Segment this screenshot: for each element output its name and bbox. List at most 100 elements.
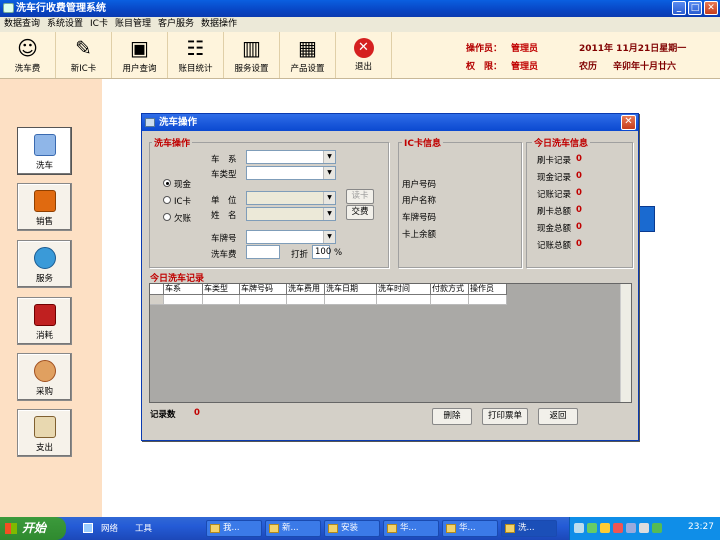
column-header[interactable]: 操作员 xyxy=(469,284,507,295)
quick-tools-link[interactable]: 工具 xyxy=(135,522,152,534)
sidebar-item-expense[interactable]: 支出 xyxy=(17,409,72,457)
tray-app-icon[interactable] xyxy=(600,523,610,533)
bar-chart-icon: ▥ xyxy=(242,36,261,60)
app-icon xyxy=(446,524,456,533)
app-icon xyxy=(387,524,397,533)
dialog-icon xyxy=(145,118,155,127)
tray-app-icon[interactable] xyxy=(652,523,662,533)
task-button[interactable]: 新... xyxy=(265,520,321,537)
minimize-button[interactable]: _ xyxy=(672,1,686,15)
maximize-button[interactable]: □ xyxy=(688,1,702,15)
payment-ic-radio[interactable] xyxy=(163,196,171,204)
keyboard-icon[interactable] xyxy=(574,523,584,533)
table-cell[interactable] xyxy=(164,295,203,305)
ic-user-number-label: 用户号码 xyxy=(402,180,437,190)
record-count-label: 记录数 xyxy=(150,410,176,420)
pay-button[interactable]: 交费 xyxy=(346,205,374,220)
table-row[interactable] xyxy=(150,295,507,305)
close-button[interactable]: ✕ xyxy=(704,1,718,15)
table-cell[interactable] xyxy=(377,295,431,305)
car-icon xyxy=(33,134,56,156)
clock[interactable]: 23:27 xyxy=(688,522,714,532)
read-card-button[interactable]: 读卡 xyxy=(346,189,374,204)
permission-label: 权 限： xyxy=(466,62,503,72)
start-button[interactable]: 开始 xyxy=(0,517,66,540)
sidebar-item-consumption[interactable]: 消耗 xyxy=(17,297,72,345)
column-header[interactable]: 车系 xyxy=(164,284,203,295)
tray-app-icon[interactable] xyxy=(587,523,597,533)
menu-customer-service[interactable]: 客户服务 xyxy=(154,17,197,32)
menu-system-settings[interactable]: 系统设置 xyxy=(43,17,86,32)
sidebar-item-wash[interactable]: 洗车 xyxy=(17,127,72,175)
tray-app-icon[interactable] xyxy=(613,523,623,533)
fee-input[interactable] xyxy=(246,245,280,259)
toolbar-account-stats-button[interactable]: ☷ 账目统计 xyxy=(168,32,224,78)
records-table[interactable]: 车系 车类型 车牌号码 洗车费用 洗车日期 洗车时间 付款方式 操作员 xyxy=(149,283,632,403)
menu-data-query[interactable]: 数据查询 xyxy=(0,17,43,32)
menu-account-management[interactable]: 账目管理 xyxy=(111,17,154,32)
task-button[interactable]: 华... xyxy=(383,520,439,537)
name-combo[interactable]: ▼ xyxy=(246,207,336,221)
column-header[interactable]: 车类型 xyxy=(203,284,240,295)
ic-balance-label: 卡上余额 xyxy=(402,230,437,240)
volume-icon[interactable] xyxy=(639,523,649,533)
series-combo[interactable]: ▼ xyxy=(246,150,336,164)
toolbar-wash-fee-button[interactable]: ☺ 洗车费 xyxy=(0,32,56,78)
quick-network-link[interactable]: 网络 xyxy=(101,522,118,534)
back-button[interactable]: 返回 xyxy=(538,408,578,425)
sidebar-item-sales[interactable]: 销售 xyxy=(17,183,72,231)
column-header[interactable]: 车牌号码 xyxy=(240,284,287,295)
sidebar-item-purchase[interactable]: 采购 xyxy=(17,353,72,401)
toolbar: ☺ 洗车费 ✎ 新IC卡 ▣ 用户查询 ☷ 账目统计 ▥ 服务设置 ▦ 产品设置… xyxy=(0,32,720,79)
boat-icon xyxy=(33,304,56,326)
percent-label: % xyxy=(334,248,343,258)
payment-cash-radio[interactable] xyxy=(163,179,171,187)
wash-dialog: 洗车操作 ✕ 洗车操作 车 系 ▼ 车类型 ▼ 现金 IC卡 欠账 单 位 ▼ … xyxy=(141,113,639,441)
task-button[interactable]: 华... xyxy=(442,520,498,537)
table-cell[interactable] xyxy=(203,295,240,305)
discount-input[interactable]: 100 xyxy=(312,245,331,259)
menu-ic-card[interactable]: IC卡 xyxy=(86,17,111,32)
chevron-down-icon: ▼ xyxy=(323,231,335,243)
table-cell[interactable] xyxy=(325,295,377,305)
column-header[interactable]: 洗车时间 xyxy=(377,284,431,295)
toolbar-user-query-button[interactable]: ▣ 用户查询 xyxy=(112,32,168,78)
table-cell[interactable] xyxy=(469,295,507,305)
dialog-close-button[interactable]: ✕ xyxy=(621,115,636,130)
car-type-combo[interactable]: ▼ xyxy=(246,166,336,180)
column-header[interactable]: 洗车日期 xyxy=(325,284,377,295)
payment-credit-radio[interactable] xyxy=(163,213,171,221)
plate-combo[interactable]: ▼ xyxy=(246,230,336,244)
toolbar-product-settings-button[interactable]: ▦ 产品设置 xyxy=(280,32,336,78)
table-vertical-scrollbar[interactable] xyxy=(620,284,631,402)
network-icon[interactable] xyxy=(626,523,636,533)
table-cell[interactable] xyxy=(431,295,469,305)
column-header[interactable]: 洗车费用 xyxy=(287,284,325,295)
task-button[interactable]: 安装 xyxy=(324,520,380,537)
unit-combo[interactable]: ▼ xyxy=(246,191,336,205)
dialog-title-bar: 洗车操作 xyxy=(142,114,638,131)
task-button-active[interactable]: 洗... xyxy=(501,520,557,537)
task-button[interactable]: 我... xyxy=(206,520,262,537)
name-label: 姓 名 xyxy=(211,211,237,221)
quick-launch-icon[interactable] xyxy=(83,523,93,533)
stat-card-total-label: 刷卡总额 xyxy=(537,207,572,217)
stat-card-total-value: 0 xyxy=(576,205,582,215)
book-icon xyxy=(33,190,56,212)
stat-credit-total-value: 0 xyxy=(576,239,582,249)
system-tray: 23:27 xyxy=(569,517,720,540)
print-ticket-button[interactable]: 打印票单 xyxy=(482,408,528,425)
table-cell[interactable] xyxy=(287,295,325,305)
menu-data-operations[interactable]: 数据操作 xyxy=(197,17,240,32)
plate-label: 车牌号 xyxy=(211,234,237,244)
delete-button[interactable]: 删除 xyxy=(432,408,472,425)
table-cell[interactable] xyxy=(240,295,287,305)
toolbar-service-settings-button[interactable]: ▥ 服务设置 xyxy=(224,32,280,78)
globe-icon xyxy=(33,247,56,269)
car-icon xyxy=(505,524,515,533)
column-header[interactable]: 付款方式 xyxy=(431,284,469,295)
row-indicator-header xyxy=(150,284,164,295)
sidebar-item-service[interactable]: 服务 xyxy=(17,240,72,288)
toolbar-exit-button[interactable]: ✕ 退出 xyxy=(336,32,392,78)
toolbar-new-ic-card-button[interactable]: ✎ 新IC卡 xyxy=(56,32,112,78)
